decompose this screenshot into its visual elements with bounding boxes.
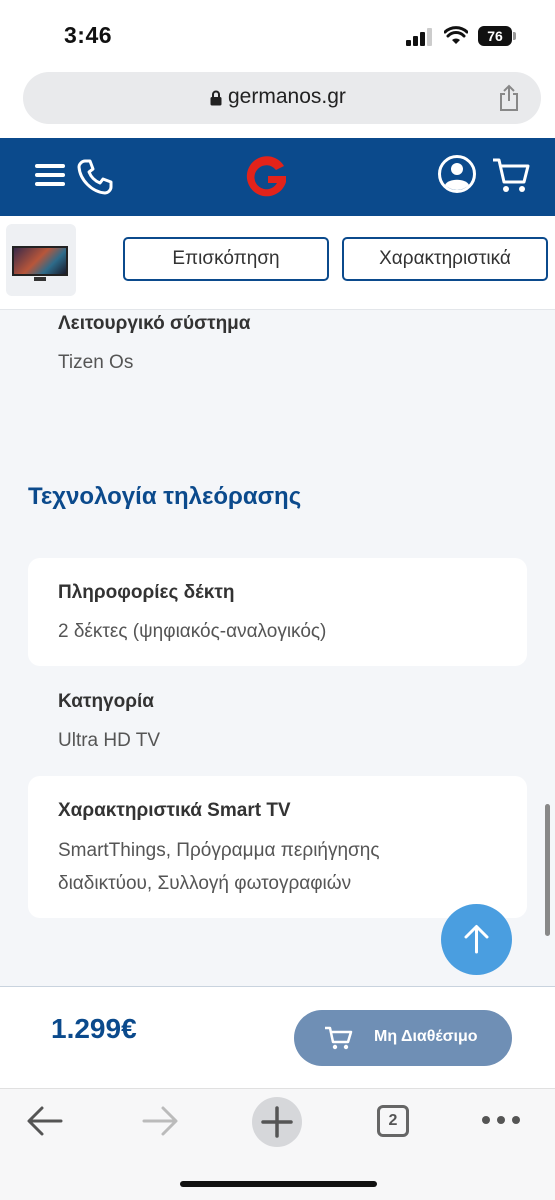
more-options-icon[interactable] (481, 1115, 521, 1125)
back-arrow-icon[interactable] (26, 1105, 64, 1137)
battery-level: 76 (478, 26, 512, 46)
spec-value-smart-tv-line2: διαδικτύου, Συλλογή φωτογραφιών (58, 873, 352, 894)
url-text: germanos.gr (228, 85, 346, 108)
spec-label-receiver: Πληροφορίες δέκτη (58, 582, 235, 603)
battery-icon: 76 (478, 26, 518, 46)
arrow-up-icon (464, 925, 489, 954)
plus-icon (261, 1106, 293, 1138)
status-bar: 3:46 76 (0, 0, 555, 70)
browser-toolbar: 2 (0, 1088, 555, 1200)
address-bar[interactable]: germanos.gr (23, 72, 541, 124)
tab-overview[interactable]: Επισκόπηση (123, 237, 329, 281)
spec-card-receiver (28, 558, 527, 666)
status-time: 3:46 (64, 22, 113, 48)
unavailable-label: Μη Διαθέσιμο (374, 1028, 478, 1045)
page-scrollbar[interactable] (545, 804, 550, 936)
product-price: 1.299€ (51, 1013, 137, 1044)
cart-icon[interactable] (491, 156, 531, 194)
spec-value-receiver: 2 δέκτες (ψηφιακός-αναλογικός) (58, 621, 327, 642)
specifications-section: Λειτουργικό σύστημα Tizen Os Τεχνολογία … (0, 310, 555, 986)
spec-value-smart-tv-line1: SmartThings, Πρόγραμμα περιήγησης (58, 840, 380, 861)
site-header (0, 138, 555, 216)
hamburger-menu-icon[interactable] (35, 162, 65, 188)
germanos-logo[interactable] (240, 152, 292, 204)
unavailable-button[interactable]: Μη Διαθέσιμο (294, 1010, 512, 1066)
section-title-tv-technology: Τεχνολογία τηλεόρασης (28, 483, 302, 510)
user-account-icon[interactable] (437, 154, 477, 194)
scroll-to-top-button[interactable] (441, 904, 512, 975)
share-icon[interactable] (497, 84, 521, 112)
product-tab-bar: Επισκόπηση Χαρακτηριστικά (0, 216, 555, 310)
spec-value-category: Ultra HD TV (58, 730, 161, 751)
spec-label-category: Κατηγορία (58, 691, 154, 712)
new-tab-button[interactable] (252, 1097, 302, 1147)
spec-label-os: Λειτουργικό σύστημα (58, 313, 251, 334)
home-indicator (180, 1181, 377, 1187)
purchase-bar: 1.299€ Μη Διαθέσιμο (0, 986, 555, 1088)
spec-label-smart-tv: Χαρακτηριστικά Smart TV (58, 800, 291, 821)
spec-value-os: Tizen Os (58, 352, 134, 373)
tab-switcher-button[interactable]: 2 (377, 1105, 409, 1137)
phone-icon[interactable] (76, 158, 114, 196)
wifi-icon (444, 26, 468, 44)
lock-icon (210, 90, 222, 106)
cellular-signal-icon (406, 28, 432, 46)
cart-icon (325, 1026, 353, 1050)
tab-specifications[interactable]: Χαρακτηριστικά (342, 237, 548, 281)
product-thumbnail[interactable] (6, 224, 76, 296)
forward-arrow-icon[interactable] (141, 1105, 179, 1137)
